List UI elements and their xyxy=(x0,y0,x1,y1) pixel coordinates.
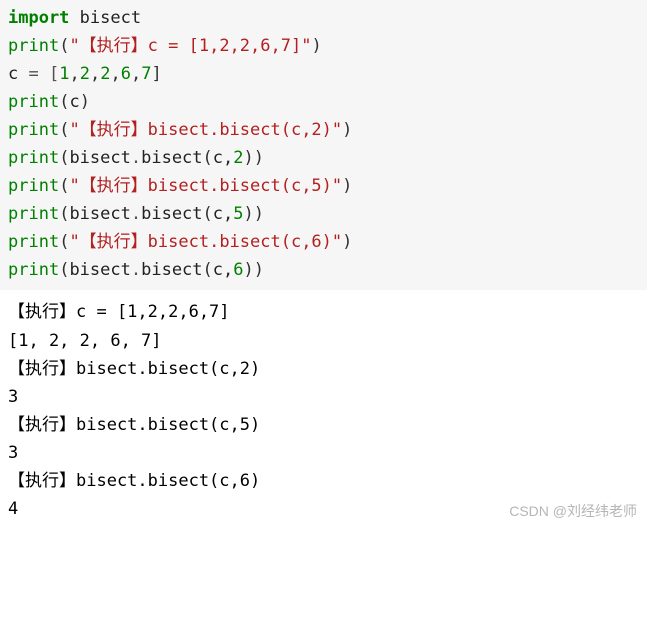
arg: c, xyxy=(213,204,233,224)
string-literal: "【执行】c = [1,2,2,6,7]" xyxy=(69,36,311,56)
code-line: print("【执行】bisect.bisect(c,5)") xyxy=(8,172,639,200)
print-fn: print xyxy=(8,232,59,252)
method: bisect xyxy=(141,148,202,168)
paren: ) xyxy=(342,232,352,252)
paren: )) xyxy=(244,260,264,280)
code-line: print(bisect.bisect(c,5)) xyxy=(8,200,639,228)
output-block: 【执行】c = [1,2,2,6,7] [1, 2, 2, 6, 7] 【执行】… xyxy=(0,290,647,526)
number: 2 xyxy=(100,64,110,84)
print-fn: print xyxy=(8,148,59,168)
code-line: import bisect xyxy=(8,4,639,32)
arg: c, xyxy=(213,260,233,280)
paren: ) xyxy=(342,120,352,140)
print-fn: print xyxy=(8,176,59,196)
paren: ( xyxy=(59,260,69,280)
output-line: 3 xyxy=(8,439,639,467)
number: 2 xyxy=(233,148,243,168)
paren: )) xyxy=(244,204,264,224)
output-line: 4 xyxy=(8,495,639,523)
string-literal: "【执行】bisect.bisect(c,5)" xyxy=(69,176,342,196)
output-line: 3 xyxy=(8,383,639,411)
code-line: print(bisect.bisect(c,2)) xyxy=(8,144,639,172)
number: 2 xyxy=(80,64,90,84)
paren: ( xyxy=(59,232,69,252)
paren: ) xyxy=(80,92,90,112)
code-line: c = [1,2,2,6,7] xyxy=(8,60,639,88)
module-name: bisect xyxy=(69,8,141,28)
module: bisect xyxy=(69,260,130,280)
output-line: 【执行】bisect.bisect(c,5) xyxy=(8,411,639,439)
output-line: [1, 2, 2, 6, 7] xyxy=(8,327,639,355)
method: bisect xyxy=(141,260,202,280)
paren: ( xyxy=(203,148,213,168)
output-line: 【执行】bisect.bisect(c,2) xyxy=(8,355,639,383)
paren: ( xyxy=(59,36,69,56)
paren: ) xyxy=(311,36,321,56)
number: 7 xyxy=(141,64,151,84)
comma: , xyxy=(110,64,120,84)
variable: c xyxy=(8,64,28,84)
paren: ( xyxy=(59,176,69,196)
string-literal: "【执行】bisect.bisect(c,2)" xyxy=(69,120,342,140)
paren: )) xyxy=(244,148,264,168)
dot: . xyxy=(131,148,141,168)
paren: ( xyxy=(203,204,213,224)
code-line: print(bisect.bisect(c,6)) xyxy=(8,256,639,284)
comma: , xyxy=(131,64,141,84)
keyword-import: import xyxy=(8,8,69,28)
output-line: 【执行】bisect.bisect(c,6) xyxy=(8,467,639,495)
print-fn: print xyxy=(8,92,59,112)
paren: ) xyxy=(342,176,352,196)
print-fn: print xyxy=(8,204,59,224)
source-code-block: import bisect print("【执行】c = [1,2,2,6,7]… xyxy=(0,0,647,290)
string-literal: "【执行】bisect.bisect(c,6)" xyxy=(69,232,342,252)
close-bracket: ] xyxy=(151,64,161,84)
code-line: print("【执行】c = [1,2,2,6,7]") xyxy=(8,32,639,60)
number: 6 xyxy=(233,260,243,280)
code-line: print("【执行】bisect.bisect(c,6)") xyxy=(8,228,639,256)
number: 1 xyxy=(59,64,69,84)
code-line: print("【执行】bisect.bisect(c,2)") xyxy=(8,116,639,144)
dot: . xyxy=(131,204,141,224)
dot: . xyxy=(131,260,141,280)
paren: ( xyxy=(59,92,69,112)
print-fn: print xyxy=(8,120,59,140)
arg: c, xyxy=(213,148,233,168)
paren: ( xyxy=(59,204,69,224)
comma: , xyxy=(69,64,79,84)
print-fn: print xyxy=(8,36,59,56)
code-line: print(c) xyxy=(8,88,639,116)
output-line: 【执行】c = [1,2,2,6,7] xyxy=(8,298,639,326)
paren: ( xyxy=(59,148,69,168)
variable: c xyxy=(69,92,79,112)
module: bisect xyxy=(69,204,130,224)
paren: ( xyxy=(203,260,213,280)
assign-open: = [ xyxy=(28,64,59,84)
number: 6 xyxy=(121,64,131,84)
method: bisect xyxy=(141,204,202,224)
comma: , xyxy=(90,64,100,84)
module: bisect xyxy=(69,148,130,168)
number: 5 xyxy=(233,204,243,224)
paren: ( xyxy=(59,120,69,140)
print-fn: print xyxy=(8,260,59,280)
